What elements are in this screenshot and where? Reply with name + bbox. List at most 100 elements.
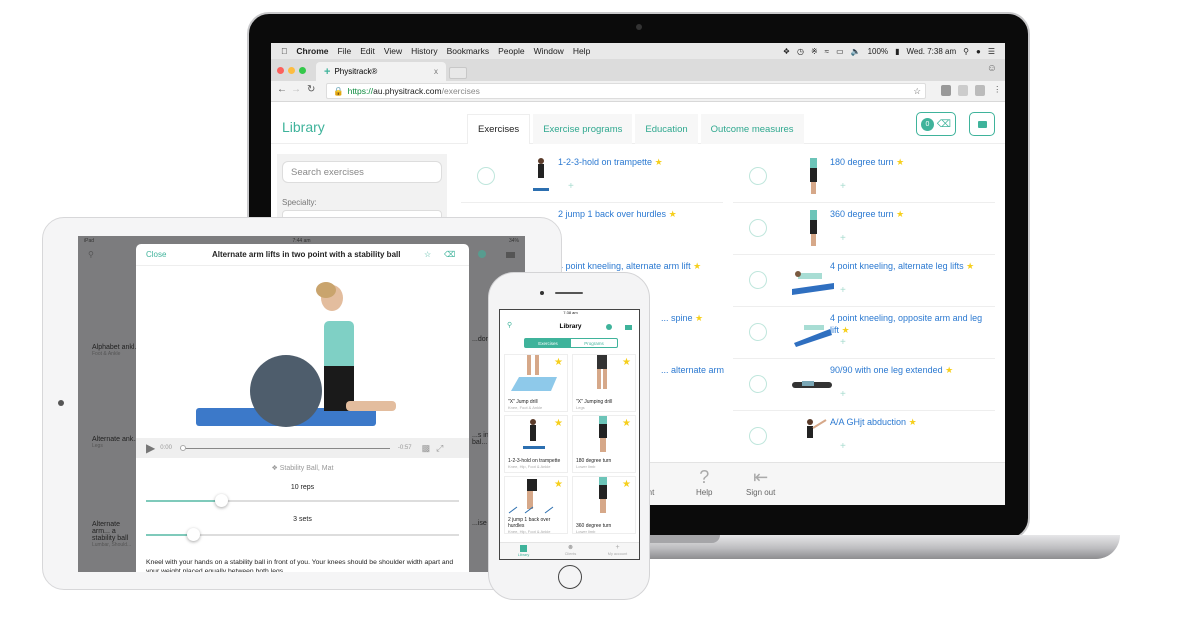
- exercise-name[interactable]: A/A GHjt abduction: [830, 417, 906, 427]
- bg-exercise-card[interactable]: Alphabet ankl... Foot & Ankle: [92, 344, 140, 357]
- battery-percent[interactable]: 100%: [868, 47, 888, 56]
- star-icon[interactable]: ★: [622, 357, 631, 368]
- spotlight-icon[interactable]: ⚲: [963, 47, 969, 56]
- zoom-window-button[interactable]: [299, 67, 306, 74]
- nav-sign-out[interactable]: ⇤ Sign out: [746, 467, 775, 497]
- star-icon[interactable]: ★: [554, 479, 563, 490]
- add-plus-icon[interactable]: +: [568, 181, 574, 192]
- back-icon[interactable]: ←: [277, 84, 287, 95]
- menu-people[interactable]: People: [498, 46, 524, 56]
- volume-icon[interactable]: 🔈: [851, 47, 861, 56]
- search-exercises-input[interactable]: Search exercises: [282, 161, 442, 183]
- exercise-name[interactable]: 360 degree turn: [830, 209, 894, 219]
- chrome-menu-icon[interactable]: ⋮: [993, 84, 1002, 95]
- add-to-basket-icon[interactable]: ⌫: [444, 250, 455, 259]
- select-radio[interactable]: [749, 271, 767, 289]
- extension-icon-1[interactable]: [941, 85, 951, 96]
- exercise-video[interactable]: [136, 266, 469, 441]
- forward-icon[interactable]: →: [291, 84, 301, 95]
- exercise-name[interactable]: 4 point kneeling, alternate leg lifts: [830, 261, 964, 271]
- url-input[interactable]: 🔒 https://au.physitrack.com/exercises ☆: [326, 83, 926, 99]
- reload-icon[interactable]: ↻: [307, 84, 315, 95]
- star-icon[interactable]: ★: [695, 313, 703, 323]
- menu-window[interactable]: Window: [534, 46, 564, 56]
- profile-icon[interactable]: ☺: [987, 63, 997, 74]
- tab-exercises[interactable]: Exercises: [467, 114, 531, 144]
- bluetooth-icon[interactable]: ※: [811, 47, 818, 56]
- exercise-name[interactable]: 180 degree turn: [830, 157, 894, 167]
- close-window-button[interactable]: [277, 67, 284, 74]
- reps-slider[interactable]: [146, 494, 459, 507]
- video-scrubber[interactable]: [179, 444, 390, 451]
- extension-icon-2[interactable]: [958, 85, 968, 96]
- star-icon[interactable]: ★: [554, 357, 563, 368]
- apple-icon[interactable]: : [281, 46, 287, 56]
- exercise-card[interactable]: ★ 180 degree turn Lower limb: [572, 415, 636, 473]
- iphone-video-icon[interactable]: [625, 325, 632, 330]
- tab-outcome-measures[interactable]: Outcome measures: [700, 114, 804, 144]
- exercise-item[interactable]: + 1-2-3-hold on trampette ★: [461, 151, 723, 203]
- star-icon[interactable]: ★: [896, 209, 904, 219]
- bg-exercise-card[interactable]: Alternate ank... Legs: [92, 436, 139, 449]
- menu-bookmarks[interactable]: Bookmarks: [447, 46, 490, 56]
- bg-exercise-card[interactable]: Alternate arm... a stability ball Lumbar,…: [92, 521, 136, 548]
- segment-exercises[interactable]: Exercises: [525, 339, 571, 347]
- add-plus-icon[interactable]: +: [840, 337, 846, 348]
- exercise-card[interactable]: ★ "X" Jumping drill Legs: [572, 354, 636, 412]
- star-icon[interactable]: ★: [622, 479, 631, 490]
- exercise-name[interactable]: 4 point kneeling, alternate arm lift: [558, 261, 691, 271]
- segment-programs[interactable]: Programs: [571, 339, 617, 347]
- iphone-home-button[interactable]: [558, 565, 582, 589]
- exercise-item[interactable]: + 4 point kneeling, alternate leg lifts …: [733, 255, 995, 307]
- star-icon[interactable]: ★: [693, 261, 701, 271]
- menu-file[interactable]: File: [338, 46, 352, 56]
- star-icon[interactable]: ★: [909, 417, 917, 427]
- exercise-item[interactable]: + 360 degree turn ★: [733, 203, 995, 255]
- tab-close-icon[interactable]: x: [434, 67, 438, 76]
- video-call-button[interactable]: [969, 112, 995, 136]
- star-icon[interactable]: ★: [622, 418, 631, 429]
- exercise-item[interactable]: + 180 degree turn ★: [733, 151, 995, 203]
- exercise-item[interactable]: + A/A GHjt abduction ★: [733, 411, 995, 463]
- star-icon[interactable]: ★: [842, 325, 850, 335]
- select-radio[interactable]: [749, 427, 767, 445]
- add-plus-icon[interactable]: +: [840, 389, 846, 400]
- time-machine-icon[interactable]: ◷: [797, 47, 804, 56]
- clock[interactable]: Wed. 7:38 am: [906, 47, 956, 56]
- minimize-window-button[interactable]: [288, 67, 295, 74]
- favorite-star-icon[interactable]: ☆: [424, 250, 431, 259]
- star-icon[interactable]: ★: [655, 157, 663, 167]
- close-button[interactable]: Close: [146, 250, 166, 259]
- reps-slider-knob[interactable]: [215, 494, 229, 507]
- exercise-name[interactable]: 1-2-3-hold on trampette: [558, 157, 652, 167]
- add-plus-icon[interactable]: +: [840, 181, 846, 192]
- add-plus-icon[interactable]: +: [840, 441, 846, 452]
- exercise-item[interactable]: + 4 point kneeling, opposite arm and leg…: [733, 307, 995, 359]
- play-icon[interactable]: ▶: [146, 441, 155, 455]
- tab-my-account[interactable]: + My account: [594, 543, 639, 559]
- basket-button[interactable]: 0 ⌫: [916, 112, 956, 136]
- iphone-basket-icon[interactable]: [606, 324, 612, 330]
- sets-slider[interactable]: [146, 528, 459, 541]
- tab-exercise-programs[interactable]: Exercise programs: [533, 114, 633, 144]
- menu-app[interactable]: Chrome: [296, 46, 328, 56]
- star-icon[interactable]: ★: [945, 365, 953, 375]
- select-radio[interactable]: [749, 219, 767, 237]
- select-radio[interactable]: [749, 167, 767, 185]
- browser-tab[interactable]: + Physitrack® x: [316, 62, 446, 81]
- exercise-name[interactable]: ... spine: [661, 313, 693, 323]
- ipad-basket-icon[interactable]: [478, 250, 486, 258]
- exercise-card[interactable]: ★ "X" Jump drill Knee, Foot & Ankle: [504, 354, 568, 412]
- select-radio[interactable]: [749, 323, 767, 341]
- wifi-icon[interactable]: ≈: [825, 47, 829, 56]
- select-radio[interactable]: [749, 375, 767, 393]
- select-radio[interactable]: [477, 167, 495, 185]
- extension-icon-3[interactable]: [975, 85, 985, 96]
- star-icon[interactable]: ★: [669, 209, 677, 219]
- siri-icon[interactable]: ●: [976, 47, 981, 56]
- exercise-card[interactable]: ★ 2 jump 1 back over hurdles Knee, Hip, F…: [504, 476, 568, 534]
- exercise-name[interactable]: 2 jump 1 back over hurdles: [558, 209, 666, 219]
- exercise-card[interactable]: ★ 360 degree turn Lower limb: [572, 476, 636, 534]
- exercise-name[interactable]: 90/90 with one leg extended: [830, 365, 943, 375]
- airplay-icon[interactable]: ▭: [836, 47, 844, 56]
